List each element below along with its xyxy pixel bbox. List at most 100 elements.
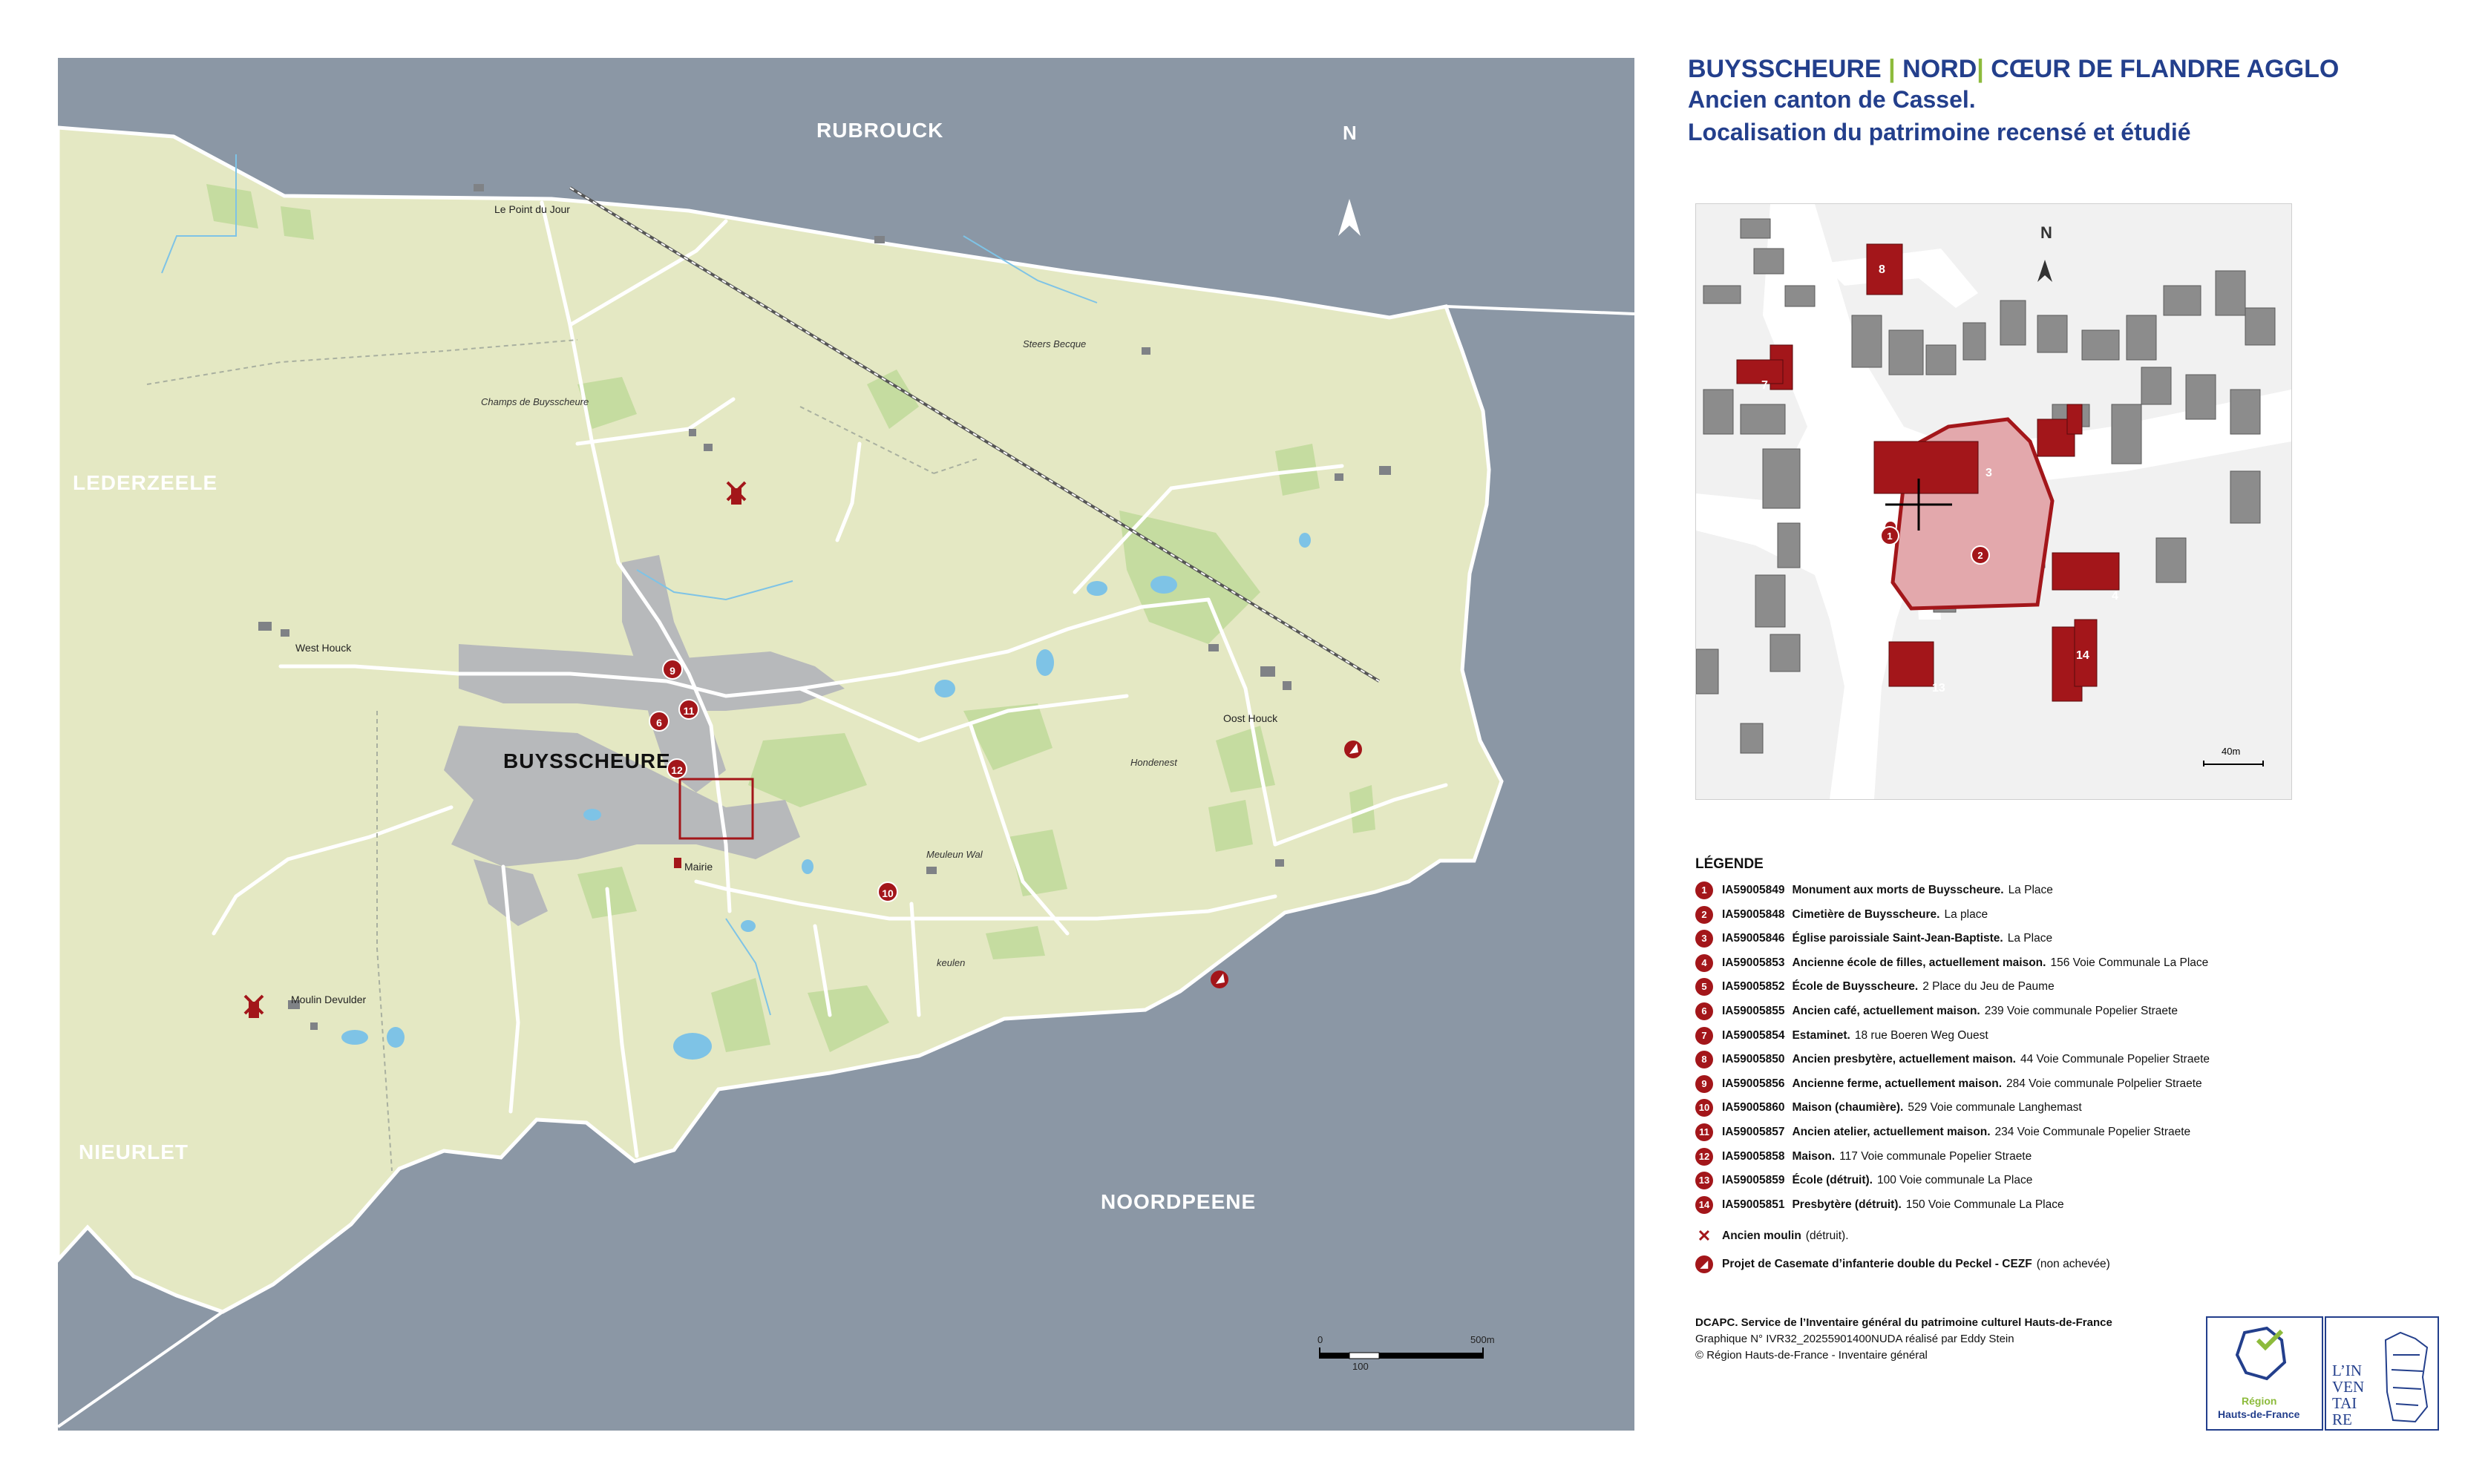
legend-item-name: Ancien atelier, actuellement maison. [1792, 1126, 1991, 1138]
inset-label-14[interactable]: 14 [2076, 649, 2089, 663]
subtitle-localisation: Localisation du patrimoine recensé et ét… [1688, 119, 2191, 145]
region-map-icon [2235, 1326, 2287, 1381]
legend-number: 2 [1695, 905, 1713, 924]
legend-item: 4 IA59005853 Ancienne école de filles, act… [1695, 953, 2208, 974]
legend-item-address: 44 Voie Communale Popelier Straete [2020, 1053, 2210, 1066]
inset-scale-bar [2203, 761, 2264, 766]
legend-moulin-name: Ancien moulin [1722, 1229, 1801, 1242]
legend-item-name: École (détruit). [1792, 1174, 1873, 1187]
legend-title: LÉGENDE [1695, 856, 1764, 872]
legend-number: 9 [1695, 1074, 1713, 1093]
legend-inventory-id: IA59005849 [1722, 884, 1785, 896]
inset-label-3[interactable]: 3 [1986, 467, 1992, 480]
site-marker-9[interactable]: 9 [662, 659, 683, 680]
legend-item-name: Ancien café, actuellement maison. [1792, 1005, 1980, 1017]
legend-number: 12 [1695, 1147, 1713, 1166]
north-arrow-icon [1338, 199, 1361, 236]
scale-start: 0 [1317, 1334, 1323, 1345]
legend-number: 1 [1695, 881, 1713, 899]
inventaire-logo-line1: L’IN [2332, 1362, 2363, 1379]
inset-label-13[interactable]: 13 [1932, 682, 1945, 695]
neighbor-nieurlet: NIEURLET [79, 1140, 189, 1163]
north-label: N [1343, 122, 1358, 144]
legend-inventory-id: IA59005860 [1722, 1101, 1785, 1114]
legend-item-address: 100 Voie communale La Place [1876, 1174, 2033, 1187]
inventaire-logo-text: L’IN VEN TAI RE [2332, 1362, 2364, 1428]
scale-mid: 100 [1352, 1361, 1369, 1372]
legend-inventory-id: IA59005859 [1722, 1174, 1785, 1187]
legend-item-address: 18 rue Boeren Weg Ouest [1854, 1028, 1988, 1042]
inset-north-label: N [2040, 223, 2052, 242]
legend-number: 8 [1695, 1051, 1713, 1069]
legend-item-name: Ancien presbytère, actuellement maison. [1792, 1053, 2016, 1066]
main-map-canvas [58, 125, 1634, 1428]
legend-item-address: La Place [2008, 884, 2053, 896]
subtitle-canton: Ancien canton de Cassel. [1688, 86, 1976, 113]
legend-item: 6 IA59005855 Ancien café, actuellement mai… [1695, 1001, 2178, 1022]
legend-item-address: 234 Voie Communale Popelier Straete [1994, 1126, 2191, 1138]
credit-line-1: DCAPC. Service de l’Inventaire général d… [1695, 1316, 2112, 1329]
title-separator: | [1977, 55, 1984, 83]
legend-moulin: ✕ Ancien moulin (détruit). [1695, 1226, 1849, 1247]
legend-number: 3 [1695, 930, 1713, 948]
legend-item: 1 IA59005849 Monument aux morts de Buyssch… [1695, 880, 2053, 901]
legend-item-name: Maison (chaumière). [1792, 1101, 1904, 1114]
main-map[interactable]: RUBROUCK LEDERZEELE NIEURLET NOORDPEENE … [58, 58, 1634, 1431]
inventaire-logo-line2: VEN [2332, 1378, 2365, 1396]
inset-label-7[interactable]: 7 [1761, 379, 1768, 393]
neighbor-rubrouck: RUBROUCK [816, 119, 944, 142]
legend-item-name: Maison. [1792, 1149, 1836, 1163]
inset-marker-1[interactable]: 1 [1880, 526, 1899, 545]
legend-number: 14 [1695, 1195, 1713, 1214]
inset-label-5[interactable]: 5 [2088, 449, 2095, 462]
legend-item-address: 284 Voie communale Polpelier Straete [2006, 1077, 2202, 1090]
legend-item: 11 IA59005857 Ancien atelier, actuellement… [1695, 1122, 2190, 1143]
place-moulin-devulder: Moulin Devulder [291, 994, 367, 1005]
legend-number: 11 [1695, 1123, 1713, 1141]
legend-item-name: Ancienne ferme, actuellement maison. [1792, 1077, 2003, 1090]
scale-end: 500m [1470, 1334, 1495, 1345]
neighbor-noordpeene: NOORDPEENE [1101, 1190, 1257, 1213]
inset-map-canvas [1696, 204, 2291, 799]
inset-label-8[interactable]: 8 [1879, 263, 1885, 277]
legend-item: 3 IA59005846 Église paroissiale Saint-Jean… [1695, 928, 2052, 949]
locality-keulen: keulen [937, 957, 966, 968]
neighbor-lederzeele: LEDERZEELE [73, 471, 218, 494]
title-agglo: CŒUR DE FLANDRE AGGLO [1991, 55, 2340, 83]
inset-map[interactable]: N 1 2 3 4 5 7 8 13 14 40m [1695, 203, 2292, 800]
site-marker-12[interactable]: 12 [667, 758, 687, 779]
legend-item: 9 IA59005856 Ancienne ferme, actuellement … [1695, 1074, 2202, 1094]
region-logo: Région Hauts-de-France [2206, 1316, 2323, 1431]
inset-marker-2[interactable]: 2 [1971, 545, 1990, 565]
credit-line-2: Graphique N° IVR32_20255901400NUDA réali… [1695, 1333, 2014, 1345]
legend-number: 6 [1695, 1002, 1713, 1020]
legend-item-name: École de Buysscheure. [1792, 980, 1919, 994]
legend-item-name: Monument aux morts de Buysscheure. [1792, 884, 2004, 896]
legend-item-name: Presbytère (détruit). [1792, 1198, 1902, 1211]
legend-inventory-id: IA59005856 [1722, 1077, 1785, 1090]
legend-item: 8 IA59005850 Ancien presbytère, actuelleme… [1695, 1049, 2210, 1070]
legend-number: 7 [1695, 1026, 1713, 1045]
scale-bar [1319, 1347, 1484, 1359]
page-title: BUYSSCHEURE | NORD| CŒUR DE FLANDRE AGGL… [1688, 55, 2339, 84]
title-department: NORD [1902, 55, 1977, 83]
inset-north-arrow-icon [2037, 260, 2052, 282]
legend-inventory-id: IA59005851 [1722, 1198, 1785, 1211]
site-marker-6[interactable]: 6 [649, 711, 670, 732]
region-logo-line1: Région [2242, 1395, 2277, 1407]
place-mairie: Mairie [684, 861, 713, 873]
site-marker-10[interactable]: 10 [877, 881, 898, 902]
place-le-point-du-jour: Le Point du Jour [494, 203, 570, 215]
legend-item-address: 2 Place du Jeu de Paume [1922, 980, 2055, 994]
inset-label-4[interactable]: 4 [2112, 590, 2118, 603]
site-marker-11[interactable]: 11 [678, 699, 699, 720]
inventaire-logo-line4: RE [2332, 1411, 2352, 1428]
locality-champs: Champs de Buysscheure [481, 396, 589, 407]
legend-casemate-name: Projet de Casemate d’infanterie double d… [1722, 1258, 2032, 1270]
legend-item-address: 150 Voie Communale La Place [1905, 1198, 2064, 1211]
inventaire-logo-line3: TAI [2332, 1394, 2357, 1412]
region-logo-line2: Hauts-de-France [2218, 1408, 2300, 1420]
legend-number: 4 [1695, 953, 1713, 972]
legend-inventory-id: IA59005853 [1722, 956, 1785, 969]
legend-item: 13 IA59005859 École (détruit). 100 Voie com… [1695, 1170, 2032, 1191]
